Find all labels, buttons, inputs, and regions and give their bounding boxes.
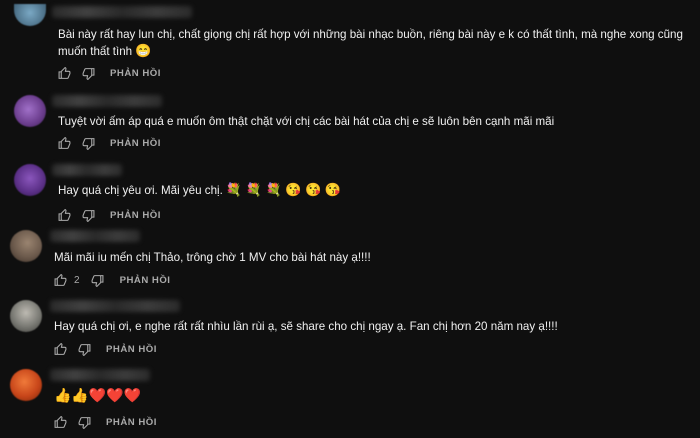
avatar[interactable]	[14, 164, 46, 196]
reply-button[interactable]: PHẢN HỒI	[110, 210, 161, 221]
comment-text: Tuyệt vời ấm áp quá e muốn ôm thật chặt …	[58, 115, 555, 128]
like-count: 2	[74, 274, 80, 286]
thumbs-up-icon[interactable]	[56, 66, 72, 80]
author-name[interactable]	[52, 6, 192, 18]
grin-emoji: 😁	[135, 43, 152, 58]
thumbs-down-icon[interactable]	[80, 208, 96, 222]
avatar[interactable]	[10, 300, 42, 332]
author-name[interactable]	[50, 369, 150, 381]
thumbs-up-icon[interactable]	[56, 136, 72, 150]
thumbs-down-icon[interactable]	[76, 415, 92, 429]
thumbs-up-icon[interactable]	[52, 342, 68, 356]
reply-button[interactable]: PHẢN HỒI	[120, 275, 171, 286]
author-name[interactable]	[52, 164, 122, 176]
comment-actions: PHẢN HỒI	[52, 415, 157, 429]
comment-actions: PHẢN HỒI	[56, 208, 161, 222]
comment-text: Hay quá chị yêu ơi. Mãi yêu chị. 💐 💐 💐 😘 …	[58, 182, 342, 197]
avatar[interactable]	[10, 230, 42, 262]
thumbs-down-icon[interactable]	[90, 273, 106, 287]
comment-actions: PHẢN HỒI	[56, 66, 161, 80]
author-name[interactable]	[50, 300, 180, 312]
author-name[interactable]	[50, 230, 140, 242]
comment-text: Hay quá chị ơi, e nghe rất rất nhìu lần …	[54, 320, 558, 333]
comment-actions: 2 PHẢN HỒI	[52, 273, 170, 287]
reply-button[interactable]: PHẢN HỒI	[110, 138, 161, 149]
thumbs-up-icon[interactable]	[52, 273, 68, 287]
reply-button[interactable]: PHẢN HỒI	[106, 417, 157, 428]
avatar[interactable]	[14, 4, 46, 26]
comment-text: Bài này rất hay lun chị, chất giọng chị …	[58, 28, 683, 58]
reply-button[interactable]: PHẢN HỒI	[110, 68, 161, 79]
comment-text: Mãi mãi iu mến chị Thảo, trông chờ 1 MV …	[54, 251, 371, 264]
reply-button[interactable]: PHẢN HỒI	[106, 344, 157, 355]
thumbs-up-icon[interactable]	[52, 415, 68, 429]
avatar[interactable]	[14, 95, 46, 127]
avatar[interactable]	[10, 369, 42, 401]
thumbs-up-icon[interactable]	[56, 208, 72, 222]
comment-actions: PHẢN HỒI	[56, 136, 161, 150]
thumbs-heart-emojis: 👍👍❤️❤️❤️	[54, 387, 142, 403]
comment-text: 👍👍❤️❤️❤️	[54, 387, 141, 405]
thumbs-down-icon[interactable]	[80, 136, 96, 150]
thumbs-down-icon[interactable]	[80, 66, 96, 80]
comment-actions: PHẢN HỒI	[52, 342, 157, 356]
thumbs-down-icon[interactable]	[76, 342, 92, 356]
author-name[interactable]	[52, 95, 162, 107]
bouquet-kiss-emojis: 💐 💐 💐 😘 😘 😘	[225, 182, 342, 197]
